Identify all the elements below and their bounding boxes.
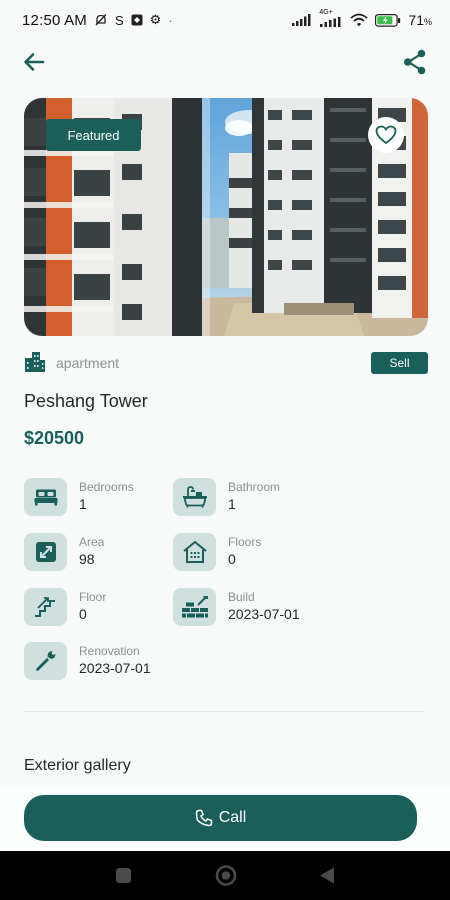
recents-icon — [116, 868, 131, 883]
property-title: Peshang Tower — [24, 391, 148, 411]
spec-bathroom: Bathroom 1 — [173, 478, 313, 518]
wifi-icon — [350, 13, 368, 27]
spec-value: 98 — [79, 551, 95, 567]
spec-icon-box — [24, 533, 67, 571]
spec-label: Area — [79, 535, 105, 549]
spec-label: Build — [228, 590, 255, 604]
bed-icon — [34, 489, 57, 506]
battery-value: 71 — [408, 12, 424, 28]
signal-bars-icon — [292, 14, 311, 26]
spec-label: Bathroom — [228, 480, 281, 494]
buildings-icon — [25, 352, 45, 372]
spec-icon-box — [173, 533, 216, 571]
favorite-button[interactable] — [368, 117, 404, 153]
spec-value: 0 — [228, 551, 236, 567]
spec-value: 0 — [79, 606, 87, 622]
spec-value: 2023-07-01 — [79, 660, 151, 676]
system-navigation-bar — [0, 851, 450, 900]
battery-icon — [375, 13, 401, 27]
back-nav-icon — [320, 867, 334, 884]
spec-floors: Floors 0 — [173, 533, 313, 573]
heart-icon — [375, 125, 397, 145]
call-button[interactable]: Call — [24, 795, 417, 841]
more-dot-icon: · — [168, 12, 173, 28]
spec-value: 1 — [228, 496, 236, 512]
spec-label: Renovation — [79, 644, 140, 658]
status-right: 4G+ 71% — [292, 9, 432, 28]
wrench-icon — [35, 651, 55, 671]
property-type-label: apartment — [56, 355, 120, 371]
bathtub-icon — [182, 486, 207, 508]
spec-floor: Floor 0 — [24, 588, 164, 628]
stairs-icon — [34, 597, 55, 617]
arrow-left-icon — [24, 53, 45, 71]
spec-icon-box — [24, 588, 67, 626]
spec-icon-box — [173, 588, 216, 626]
spec-build: Build 2023-07-01 — [173, 588, 313, 628]
property-type-row: apartment Sell — [24, 350, 428, 376]
expand-icon — [35, 542, 56, 562]
net-label: 4G+ — [319, 9, 333, 16]
spec-renovation: Renovation 2023-07-01 — [24, 642, 164, 682]
spec-label: Bedrooms — [79, 480, 134, 494]
settings-gear-icon: ⚙ — [149, 12, 162, 27]
exterior-gallery-title: Exterior gallery — [24, 757, 131, 774]
battery-unit: % — [423, 17, 432, 27]
spec-icon-box — [24, 642, 67, 680]
status-left: 12:50 AM S ⚙ · — [22, 12, 173, 29]
status-bar: 12:50 AM S ⚙ · 4G+ 71% — [0, 0, 450, 40]
top-app-bar — [0, 42, 450, 82]
deal-type-badge: Sell — [371, 352, 428, 374]
property-price: $20500 — [24, 428, 85, 448]
house-icon — [182, 540, 207, 563]
spec-bedrooms: Bedrooms 1 — [24, 478, 164, 518]
phone-icon — [195, 809, 212, 827]
spec-area: Area 98 — [24, 533, 164, 573]
sync-icon: S — [114, 12, 124, 28]
share-icon — [404, 49, 426, 75]
system-nav-icons — [116, 865, 334, 886]
status-time: 12:50 AM — [22, 11, 87, 29]
spec-value: 1 — [79, 496, 87, 512]
spec-label: Floors — [228, 535, 262, 549]
signal-4g-group: 4G+ — [319, 9, 343, 27]
share-button[interactable] — [402, 48, 428, 76]
spec-label: Floor — [79, 590, 107, 604]
featured-badge: Featured — [46, 119, 141, 151]
brick-wall-icon — [181, 596, 208, 618]
spec-icon-box — [24, 478, 67, 516]
battery-percent: 71% — [408, 12, 432, 28]
section-divider — [24, 711, 424, 712]
call-button-label: Call — [218, 809, 247, 826]
spec-icon-box — [173, 478, 216, 516]
signal-bars-icon-2 — [320, 17, 341, 27]
spec-value: 2023-07-01 — [228, 606, 300, 622]
bell-off-icon — [95, 14, 107, 26]
back-button[interactable] — [20, 48, 48, 76]
notification-app-icon — [131, 14, 143, 26]
